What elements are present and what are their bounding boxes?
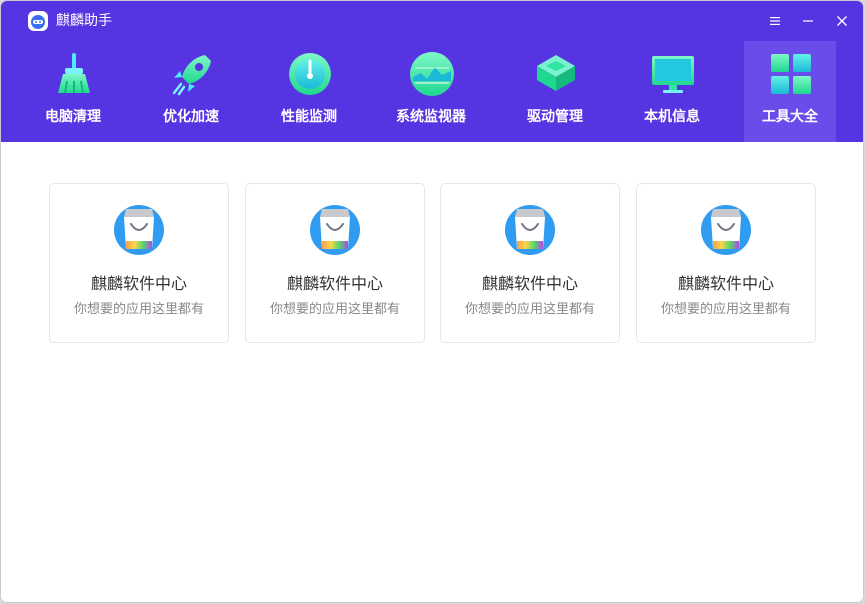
header: 麒麟助手 电脑清理 优化加速 性能监测 系统监视器 驱动管理 本机信息 工具大全 <box>1 1 863 142</box>
main-nav: 电脑清理 优化加速 性能监测 系统监视器 驱动管理 本机信息 工具大全 <box>1 41 863 142</box>
minimize-icon <box>803 20 813 22</box>
title-bar: 麒麟助手 <box>1 1 863 41</box>
tab-label: 本机信息 <box>644 109 700 125</box>
tab-system-monitor[interactable]: 系统监视器 <box>385 41 477 142</box>
tool-card[interactable]: 麒麟软件中心 你想要的应用这里都有 <box>636 183 816 343</box>
shopping-bag-icon <box>701 205 751 255</box>
app-window: 麒麟助手 电脑清理 优化加速 性能监测 系统监视器 驱动管理 本机信息 工具大全… <box>1 1 863 602</box>
computer-icon <box>652 56 694 93</box>
app-logo-icon <box>28 11 48 31</box>
tool-title: 麒麟软件中心 <box>677 274 774 293</box>
app-title: 麒麟助手 <box>56 13 112 29</box>
tool-card[interactable]: 麒麟软件中心 你想要的应用这里都有 <box>440 183 620 343</box>
rocket-icon <box>172 55 211 96</box>
tab-label: 系统监视器 <box>396 109 466 125</box>
menu-icon <box>770 17 780 25</box>
tool-title: 麒麟软件中心 <box>286 274 383 293</box>
shopping-bag-icon <box>114 205 164 255</box>
minimize-button[interactable] <box>796 9 820 33</box>
shopping-bag-icon <box>505 205 555 255</box>
toolbox-content: 麒麟软件中心 你想要的应用这里都有 麒麟软件中心 你想要的应用这里都有 麒麟软件… <box>1 142 863 602</box>
close-button[interactable] <box>830 9 854 33</box>
tool-description: 你想要的应用这里都有 <box>660 302 791 317</box>
chip-icon <box>537 55 575 91</box>
tool-title: 麒麟软件中心 <box>90 274 187 293</box>
tool-description: 你想要的应用这里都有 <box>269 302 400 317</box>
tab-drivers[interactable]: 驱动管理 <box>509 41 601 142</box>
tab-label: 性能监测 <box>281 109 337 125</box>
monitor-wave-icon <box>410 52 454 96</box>
tab-label: 优化加速 <box>163 109 219 125</box>
gauge-icon <box>289 53 331 95</box>
tab-label: 驱动管理 <box>527 109 583 125</box>
menu-button[interactable] <box>763 9 787 33</box>
tool-card[interactable]: 麒麟软件中心 你想要的应用这里都有 <box>49 183 229 343</box>
tab-cleanup[interactable]: 电脑清理 <box>27 41 119 142</box>
tab-label: 工具大全 <box>762 109 818 125</box>
tab-device-info[interactable]: 本机信息 <box>626 41 718 142</box>
tab-toolbox[interactable]: 工具大全 <box>744 41 836 142</box>
tab-speedup[interactable]: 优化加速 <box>145 41 237 142</box>
close-icon <box>837 16 847 26</box>
broom-icon <box>58 53 90 94</box>
tool-description: 你想要的应用这里都有 <box>464 302 595 317</box>
tab-label: 电脑清理 <box>45 109 101 125</box>
tool-card[interactable]: 麒麟软件中心 你想要的应用这里都有 <box>245 183 425 343</box>
grid-icon <box>771 54 811 94</box>
tab-performance[interactable]: 性能监测 <box>263 41 355 142</box>
tool-description: 你想要的应用这里都有 <box>73 302 204 317</box>
shopping-bag-icon <box>310 205 360 255</box>
tool-title: 麒麟软件中心 <box>481 274 578 293</box>
